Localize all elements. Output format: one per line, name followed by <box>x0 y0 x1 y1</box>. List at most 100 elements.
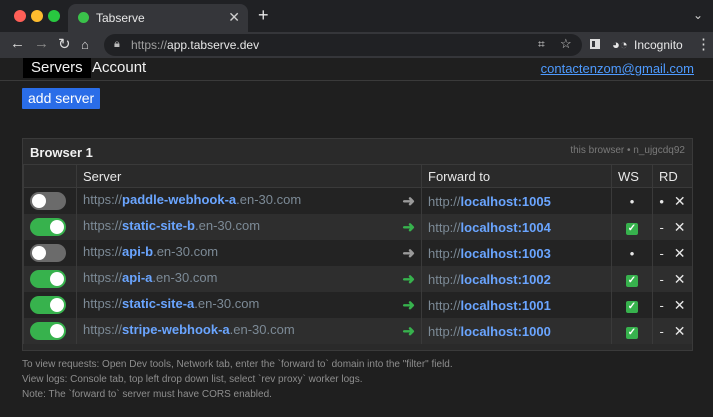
check-icon: ✓ <box>626 223 638 235</box>
side-panel-icon[interactable] <box>590 39 600 49</box>
enable-toggle[interactable] <box>30 192 66 210</box>
forward-cell: http://localhost:1001 <box>421 292 612 318</box>
ws-cell: ✓ <box>611 292 653 318</box>
tab-favicon-icon <box>78 12 89 23</box>
toggle-column-header <box>23 164 77 188</box>
rd-value: • <box>659 193 664 209</box>
new-tab-button[interactable]: + <box>258 5 269 26</box>
panel-title: Browser 1 <box>30 145 93 160</box>
enable-toggle[interactable] <box>30 322 66 340</box>
rd-cell: • ✕ <box>652 187 693 214</box>
server-cell: https://api-b.en-30.com ➜ <box>76 240 422 266</box>
server-cell: https://static-site-b.en-30.com ➜ <box>76 214 422 240</box>
server-cell: https://paddle-webhook-a.en-30.com ➜ <box>76 187 422 214</box>
forward-url[interactable]: http://localhost:1003 <box>428 246 551 261</box>
rd-cell: - ✕ <box>652 292 693 318</box>
address-bar[interactable]: 🔒︎ https://app.tabserve.dev ⌗ ☆ <box>104 34 582 56</box>
close-icon[interactable]: ✕ <box>674 245 686 261</box>
window-close-button[interactable] <box>14 10 26 22</box>
server-url[interactable]: https://api-a.en-30.com <box>83 270 217 285</box>
table-row: https://stripe-webhook-a.en-30.com ➜ http:… <box>23 318 693 344</box>
arrow-right-icon[interactable]: → <box>34 35 49 52</box>
arrow-right-icon: ➜ <box>402 245 415 262</box>
server-url[interactable]: https://static-site-a.en-30.com <box>83 296 259 311</box>
note-line: View logs: Console tab, top left drop do… <box>22 374 363 385</box>
forward-url[interactable]: http://localhost:1004 <box>428 220 551 235</box>
toggle-cell <box>23 318 77 344</box>
server-url[interactable]: https://stripe-webhook-a.en-30.com <box>83 322 295 337</box>
url-text[interactable]: https://app.tabserve.dev <box>131 38 259 52</box>
ws-cell: ✓ <box>611 266 653 292</box>
account-email-link[interactable]: contactenzom@gmail.com <box>541 61 694 76</box>
toggle-knob <box>50 220 64 234</box>
note-line: To view requests: Open Dev tools, Networ… <box>22 359 453 370</box>
toggle-cell <box>23 214 77 240</box>
close-icon[interactable]: ✕ <box>674 271 686 287</box>
server-url[interactable]: https://paddle-webhook-a.en-30.com <box>83 192 301 207</box>
enable-toggle[interactable] <box>30 244 66 262</box>
check-icon: ✓ <box>626 327 638 339</box>
close-icon[interactable]: ✕ <box>674 297 686 313</box>
close-icon[interactable]: ✕ <box>674 193 686 209</box>
qr-code-icon[interactable]: ⌗ <box>538 37 545 52</box>
star-icon[interactable]: ☆ <box>560 36 572 52</box>
close-icon[interactable]: ✕ <box>674 323 686 339</box>
servers-table: Server Forward to WS RD https://paddle-w… <box>23 164 693 344</box>
browser-panel: Browser 1 this browser • n_ujgcdq92 Serv… <box>22 138 693 351</box>
forward-url[interactable]: http://localhost:1002 <box>428 272 551 287</box>
rd-cell: - ✕ <box>652 214 693 240</box>
enable-toggle[interactable] <box>30 270 66 288</box>
browser-tab-strip: Tabserve ✕ + ⌄ <box>0 0 713 32</box>
window-minimize-button[interactable] <box>31 10 43 22</box>
toggle-cell <box>23 187 77 214</box>
app-nav: Servers Account contactenzom@gmail.com <box>0 58 713 81</box>
window-maximize-button[interactable] <box>48 10 60 22</box>
browser-tab[interactable]: Tabserve ✕ <box>68 4 248 32</box>
server-column-header: Server <box>76 164 422 188</box>
kebab-menu-icon[interactable]: ⋮ <box>696 35 711 53</box>
table-row: https://static-site-a.en-30.com ➜ http://l… <box>23 292 693 318</box>
tab-search-chevron-icon[interactable]: ⌄ <box>693 8 703 22</box>
arrow-left-icon[interactable]: ← <box>10 35 25 52</box>
forward-cell: http://localhost:1004 <box>421 214 612 240</box>
browser-toolbar: ← → ↻ ⌂ 🔒︎ https://app.tabserve.dev ⌗ ☆ … <box>0 32 713 58</box>
rd-value: - <box>659 219 664 235</box>
toggle-knob <box>50 298 64 312</box>
reload-icon[interactable]: ↻ <box>58 35 71 53</box>
toggle-cell <box>23 266 77 292</box>
forward-url[interactable]: http://localhost:1005 <box>428 194 551 209</box>
server-url[interactable]: https://static-site-b.en-30.com <box>83 218 260 233</box>
rd-cell: - ✕ <box>652 266 693 292</box>
add-server-button[interactable]: add server <box>22 88 101 109</box>
enable-toggle[interactable] <box>30 218 66 236</box>
arrow-right-icon: ➜ <box>402 271 415 288</box>
ws-cell: • <box>611 187 653 214</box>
home-icon[interactable]: ⌂ <box>81 37 89 52</box>
rd-cell: - ✕ <box>652 240 693 266</box>
table-row: https://api-a.en-30.com ➜ http://localhost… <box>23 266 693 292</box>
incognito-icon[interactable]: ◕◔ <box>612 37 628 52</box>
toggle-knob <box>32 194 46 208</box>
close-icon[interactable]: ✕ <box>674 219 686 235</box>
forward-cell: http://localhost:1003 <box>421 240 612 266</box>
rd-cell: - ✕ <box>652 318 693 344</box>
forward-url[interactable]: http://localhost:1000 <box>428 324 551 339</box>
arrow-right-icon: ➜ <box>402 297 415 314</box>
server-cell: https://api-a.en-30.com ➜ <box>76 266 422 292</box>
forward-cell: http://localhost:1000 <box>421 318 612 344</box>
incognito-label[interactable]: Incognito <box>634 38 683 52</box>
ws-column-header: WS <box>611 164 653 188</box>
tab-servers[interactable]: Servers <box>23 58 91 78</box>
toggle-knob <box>50 272 64 286</box>
forward-url[interactable]: http://localhost:1001 <box>428 298 551 313</box>
forward-cell: http://localhost:1002 <box>421 266 612 292</box>
server-cell: https://static-site-a.en-30.com ➜ <box>76 292 422 318</box>
ws-value: • <box>629 245 635 261</box>
tab-close-icon[interactable]: ✕ <box>228 9 240 26</box>
server-url[interactable]: https://api-b.en-30.com <box>83 244 218 259</box>
tab-account[interactable]: Account <box>84 58 154 78</box>
toggle-knob <box>50 324 64 338</box>
lock-icon[interactable]: 🔒︎ <box>114 38 120 51</box>
enable-toggle[interactable] <box>30 296 66 314</box>
ws-cell: • <box>611 240 653 266</box>
